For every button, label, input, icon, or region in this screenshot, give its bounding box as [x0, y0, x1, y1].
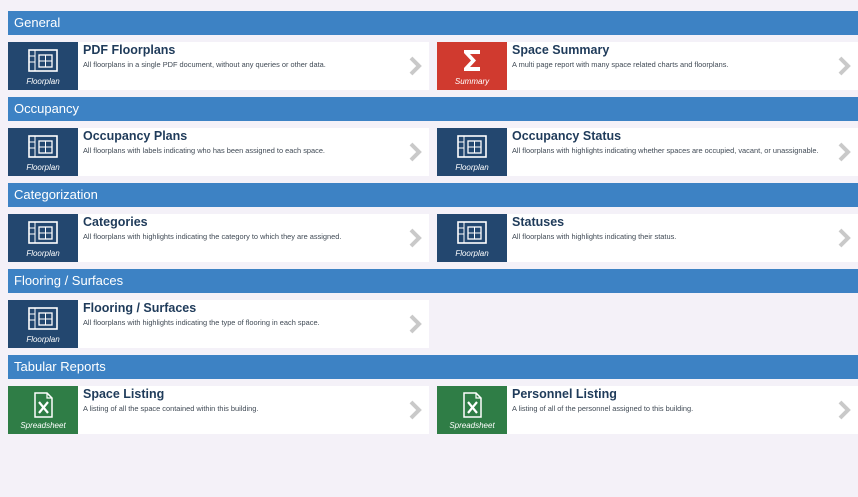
report-tile: Summary: [437, 42, 507, 90]
floorplan-icon: [437, 133, 507, 161]
chevron-right-icon[interactable]: [836, 140, 852, 164]
chevron-right-icon[interactable]: [407, 226, 423, 250]
report-card-space-listing[interactable]: Spreadsheet Space Listing A listing of a…: [8, 386, 429, 434]
tile-label: Floorplan: [455, 163, 489, 172]
floorplan-icon: [8, 305, 78, 333]
report-title[interactable]: Space Summary: [512, 43, 609, 57]
floorplan-icon: [8, 47, 78, 75]
report-tile: Floorplan: [437, 128, 507, 176]
report-tile: Floorplan: [8, 214, 78, 262]
tile-label: Summary: [454, 77, 490, 86]
report-tile: Spreadsheet: [8, 386, 78, 434]
section-header-tabular-reports: Tabular Reports: [8, 355, 858, 379]
tile-label: Floorplan: [26, 163, 60, 172]
report-description: All floorplans in a single PDF document,…: [83, 60, 326, 69]
report-title[interactable]: Statuses: [512, 215, 564, 229]
report-description: All floorplans with highlights indicatin…: [83, 318, 320, 327]
section-header-categorization: Categorization: [8, 183, 858, 207]
excel-icon: [437, 391, 507, 419]
chevron-right-icon[interactable]: [836, 54, 852, 78]
report-row: Floorplan PDF Floorplans All floorplans …: [0, 42, 858, 90]
report-row: Spreadsheet Space Listing A listing of a…: [0, 386, 858, 434]
section-header-flooring-surfaces: Flooring / Surfaces: [8, 269, 858, 293]
chevron-right-icon[interactable]: [407, 140, 423, 164]
report-row: Floorplan Flooring / Surfaces All floorp…: [0, 300, 858, 348]
chevron-right-icon[interactable]: [836, 226, 852, 250]
tile-label: Spreadsheet: [449, 421, 495, 430]
report-card-occupancy-plans[interactable]: Floorplan Occupancy Plans All floorplans…: [8, 128, 429, 176]
report-card-statuses[interactable]: Floorplan Statuses All floorplans with h…: [437, 214, 858, 262]
section-header-occupancy: Occupancy: [8, 97, 858, 121]
chevron-right-icon[interactable]: [407, 398, 423, 422]
report-description: All floorplans with highlights indicatin…: [512, 146, 819, 155]
chevron-right-icon[interactable]: [836, 398, 852, 422]
report-title[interactable]: Personnel Listing: [512, 387, 617, 401]
floorplan-icon: [8, 219, 78, 247]
section-header-general: General: [8, 11, 858, 35]
report-card-space-summary[interactable]: Summary Space Summary A multi page repor…: [437, 42, 858, 90]
report-title[interactable]: Occupancy Status: [512, 129, 621, 143]
report-tile: Spreadsheet: [437, 386, 507, 434]
tile-label: Floorplan: [26, 77, 60, 86]
report-title[interactable]: Occupancy Plans: [83, 129, 187, 143]
report-card-categories[interactable]: Floorplan Categories All floorplans with…: [8, 214, 429, 262]
report-title[interactable]: Flooring / Surfaces: [83, 301, 196, 315]
report-card-flooring-surfaces[interactable]: Floorplan Flooring / Surfaces All floorp…: [8, 300, 429, 348]
floorplan-icon: [8, 133, 78, 161]
report-description: All floorplans with highlights indicatin…: [83, 232, 342, 241]
report-tile: Floorplan: [437, 214, 507, 262]
report-tile: Floorplan: [8, 300, 78, 348]
chevron-right-icon[interactable]: [407, 312, 423, 336]
tile-label: Floorplan: [455, 249, 489, 258]
sigma-icon: [437, 47, 507, 75]
report-row: Floorplan Occupancy Plans All floorplans…: [0, 128, 858, 176]
report-description: All floorplans with labels indicating wh…: [83, 146, 325, 155]
report-description: A listing of all the space contained wit…: [83, 404, 259, 413]
report-title[interactable]: Categories: [83, 215, 148, 229]
report-card-pdf-floorplans[interactable]: Floorplan PDF Floorplans All floorplans …: [8, 42, 429, 90]
chevron-right-icon[interactable]: [407, 54, 423, 78]
report-description: A listing of all of the personnel assign…: [512, 404, 694, 413]
report-tile: Floorplan: [8, 42, 78, 90]
report-row: Floorplan Categories All floorplans with…: [0, 214, 858, 262]
excel-icon: [8, 391, 78, 419]
report-title[interactable]: PDF Floorplans: [83, 43, 175, 57]
tile-label: Spreadsheet: [20, 421, 66, 430]
report-description: All floorplans with highlights indicatin…: [512, 232, 677, 241]
floorplan-icon: [437, 219, 507, 247]
tile-label: Floorplan: [26, 335, 60, 344]
report-tile: Floorplan: [8, 128, 78, 176]
report-card-personnel-listing[interactable]: Spreadsheet Personnel Listing A listing …: [437, 386, 858, 434]
tile-label: Floorplan: [26, 249, 60, 258]
report-card-occupancy-status[interactable]: Floorplan Occupancy Status All floorplan…: [437, 128, 858, 176]
report-title[interactable]: Space Listing: [83, 387, 164, 401]
report-description: A multi page report with many space rela…: [512, 60, 729, 69]
